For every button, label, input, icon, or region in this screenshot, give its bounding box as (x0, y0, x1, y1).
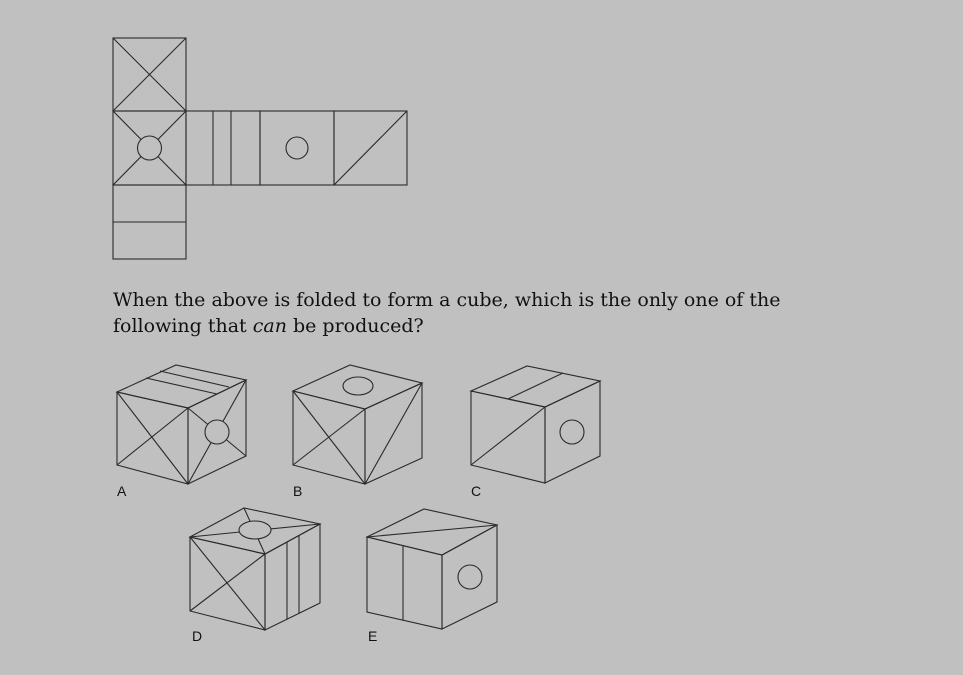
cube-option-d[interactable] (188, 507, 322, 631)
question-part1: When the above is folded to form a cube,… (113, 289, 781, 337)
option-b-label: B (293, 483, 302, 499)
option-a-label: A (117, 483, 127, 499)
option-e-label: E (368, 628, 377, 644)
option-c-label: C (471, 483, 481, 499)
net-face-half-line (112, 184, 187, 260)
question-emphasis: can (252, 315, 287, 337)
net-face-diagonal (333, 110, 408, 186)
cube-option-e[interactable] (365, 508, 499, 630)
question-part2: be produced? (286, 315, 424, 337)
net-face-top-cross (112, 37, 187, 112)
net-face-cross-circle (112, 110, 187, 186)
net-face-stripes (185, 110, 261, 186)
cube-net (112, 37, 408, 260)
cube-option-a[interactable] (115, 364, 248, 485)
cube-option-b[interactable] (291, 364, 424, 485)
net-face-circle (259, 110, 335, 186)
option-d-label: D (192, 628, 202, 644)
cube-option-c[interactable] (469, 365, 602, 484)
question-text: When the above is folded to form a cube,… (113, 287, 873, 339)
